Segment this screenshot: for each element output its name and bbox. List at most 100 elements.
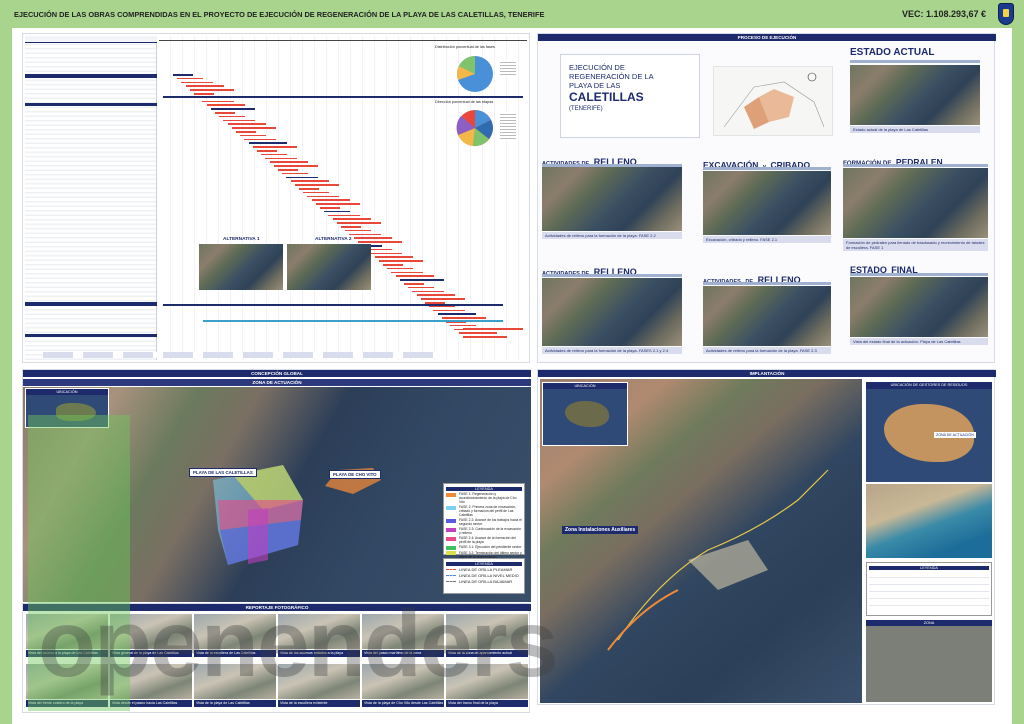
alternativa-1-image — [199, 244, 283, 290]
legend-label: FASE 2: Primera zona de excavación, crib… — [459, 505, 517, 517]
line-swatch — [446, 569, 456, 570]
gestores-box: UBICACIÓN DE GESTORES DE RESIDUOS ZONA D… — [866, 382, 992, 482]
gantt-summary-bar — [163, 96, 523, 98]
reportaje-panel: REPORTAJE FOTOGRÁFICO Vista del acceso a… — [22, 603, 531, 713]
gantt-task-bar — [353, 237, 392, 239]
gantt-task-bar — [320, 207, 340, 209]
island-shape — [56, 403, 96, 421]
gantt-task-bar — [223, 119, 256, 122]
project-title: EJECUCIÓN DE LAS OBRAS COMPRENDIDAS EN E… — [14, 9, 545, 19]
title-underline — [850, 60, 980, 63]
gantt-task-bar — [412, 290, 445, 293]
gantt-task-bar — [206, 104, 245, 106]
beach-outline — [607, 469, 829, 651]
gestores-label: UBICACIÓN DE GESTORES DE RESIDUOS — [866, 382, 992, 389]
photo-caption: Vista del paseo marítimo de la zona — [362, 650, 444, 657]
pie-chart-phases — [457, 56, 493, 92]
gantt-task-bar — [336, 222, 381, 224]
location-sketch — [713, 66, 833, 136]
photo-thumbnail — [362, 664, 444, 699]
photo-thumbnail — [362, 614, 444, 649]
zona-inset: ZONA — [866, 620, 992, 702]
gantt-task-bar — [341, 226, 361, 228]
gantt-task-bar — [399, 279, 444, 281]
legend-item: FASE 3.1: Ejecución del pendiente sector — [446, 545, 522, 550]
orilla-legend: LEYENDA LINEA DE ORILLA PLEAMAR LINEA DE… — [443, 558, 525, 594]
color-swatch — [446, 518, 456, 523]
gantt-task-bar — [215, 112, 235, 114]
pie1-title: Distribución porcentual de las fases — [435, 45, 495, 49]
gantt-task-bar — [248, 142, 287, 144]
legend-item: FASE 2.3: Continuación de la excavación … — [446, 527, 522, 535]
photo-caption: Vista de la escollera existente — [278, 700, 360, 707]
gantt-legend — [43, 352, 443, 358]
photo-caption: Vista de la escollera de Las Caletillas — [194, 650, 276, 657]
gantt-table — [25, 36, 157, 360]
photo-caption: Vista del tramo final de la playa — [446, 700, 528, 707]
estado-actual-caption: Estado actual de la playa de Las Caletil… — [850, 126, 980, 133]
gantt-task-bar — [278, 169, 298, 171]
gantt-task-bar — [240, 134, 267, 137]
gantt-task-bar — [307, 195, 340, 198]
fases-legend: LEYENDA FASE 1: Regeneración y acondicio… — [443, 483, 525, 559]
left-border — [0, 28, 12, 724]
pedralen-image — [843, 168, 988, 238]
gantt-task-bar — [429, 305, 456, 308]
estado-final-caption: Vista del estado final de la actuación. … — [850, 338, 988, 345]
relleno3-image — [703, 286, 831, 346]
line-swatch — [446, 575, 456, 576]
estado-final-image — [850, 277, 988, 337]
gantt-task-bar — [437, 313, 476, 315]
legend-item: FASE 2.4: Avance de la formación del per… — [446, 536, 522, 544]
gantt-task-bar — [294, 184, 339, 186]
gantt-task-bar — [231, 127, 276, 129]
site-plan-drawing — [723, 72, 825, 129]
gantt-task-bar — [273, 165, 318, 167]
legend-title: LEYENDA — [446, 487, 522, 491]
gantt-summary-bar — [203, 320, 503, 322]
gantt-panel: Distribución porcentual de las fases Dir… — [22, 33, 530, 363]
relleno1-image — [542, 167, 682, 231]
photo-thumbnail — [278, 664, 360, 699]
relleno2-caption: Actividades de relleno para la formación… — [542, 347, 682, 354]
gantt-timeline — [159, 40, 527, 41]
coast-aerial-image — [866, 484, 992, 558]
relleno3-caption: Actividades de relleno para la formación… — [703, 347, 831, 354]
gantt-task-bar — [315, 203, 360, 205]
photo-caption: Vista del acceso a la playa de Las Calet… — [26, 650, 108, 657]
gantt-task-bar — [357, 241, 402, 243]
right-border — [1012, 28, 1024, 724]
gantt-task-bar — [441, 317, 486, 319]
gantt-task-bar — [420, 298, 465, 300]
gantt-task-bar — [299, 188, 319, 190]
gantt-group-row — [25, 103, 157, 106]
legend-label: FASE 2.4: Avance de la formación del per… — [459, 536, 516, 544]
title-line: REGENERACIÓN DE LA — [569, 72, 654, 81]
gantt-task-bar — [303, 191, 330, 194]
color-swatch — [446, 551, 456, 555]
ubicacion-inset: UBICACIÓN — [25, 388, 109, 428]
line-swatch — [446, 581, 456, 582]
gantt-task-bar — [185, 85, 224, 87]
pedralen-caption: Formación de pedralen para llenado de tr… — [843, 239, 988, 251]
gantt-task-bar — [349, 233, 382, 236]
gantt-task-bar — [378, 260, 423, 262]
gantt-group-row — [25, 74, 157, 78]
title-line: EJECUCIÓN DE — [569, 63, 625, 72]
gantt-task-bar — [219, 115, 246, 118]
gantt-task-bar — [462, 336, 507, 338]
photo-caption: Vista desde el paseo hacia Las Caletilla… — [110, 700, 192, 707]
legend2-label: LINEA DE ORILLA PLEAMAR — [459, 567, 513, 572]
playa-caletillas-label: PLAYA DE LAS CALETILLAS — [189, 468, 257, 477]
gantt-task-bar — [416, 294, 455, 296]
legend2-label: LINEA DE ORILLA BAJAMAR — [459, 579, 513, 584]
gantt-group-row — [25, 302, 157, 306]
photo-thumbnail — [26, 664, 108, 699]
island-shape — [565, 401, 609, 427]
gantt-task-bar — [395, 275, 434, 277]
gantt-task-bar — [328, 214, 361, 217]
legend-item: FASE 1: Regeneración y acondicionamiento… — [446, 492, 522, 504]
pie-legend — [500, 112, 516, 140]
photo-thumbnail — [110, 664, 192, 699]
gantt-task-bar — [290, 180, 329, 182]
